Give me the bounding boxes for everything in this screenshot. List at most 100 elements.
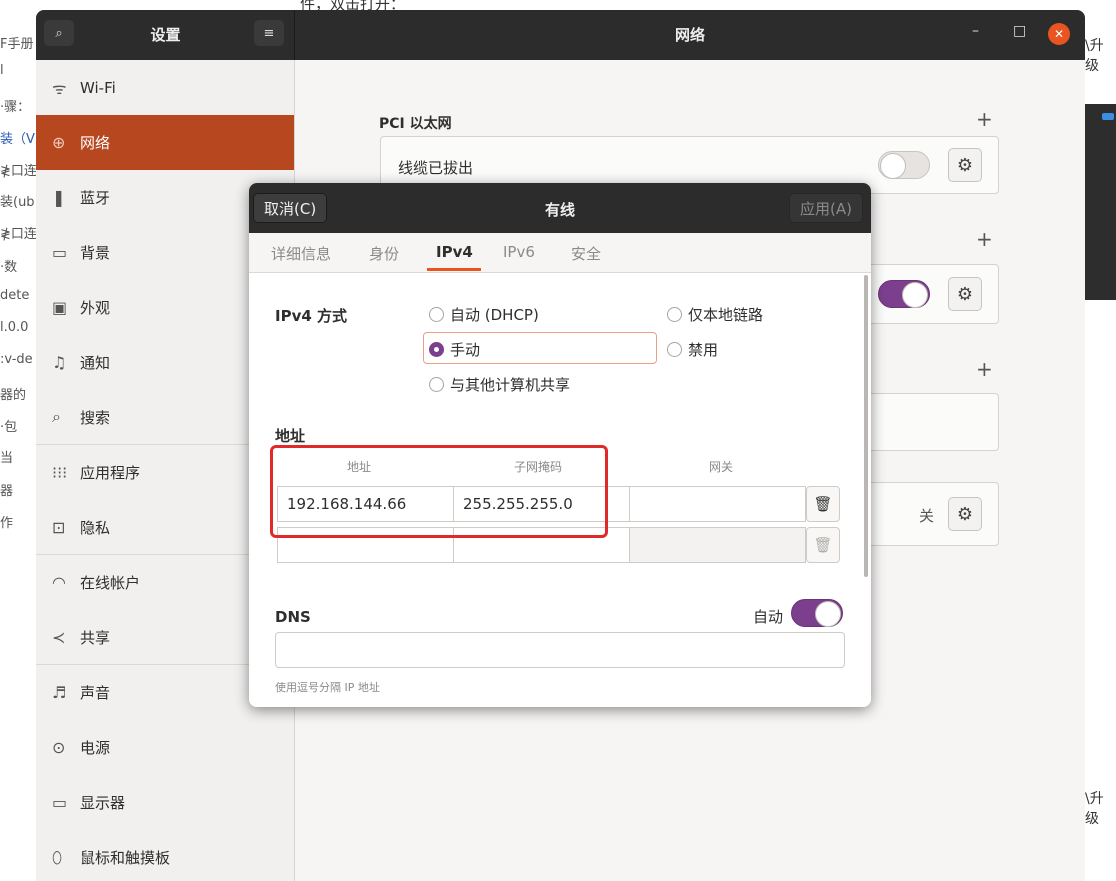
ethernet-settings-button[interactable]: ⚙: [948, 148, 982, 182]
vpn-toggle[interactable]: [878, 280, 930, 308]
bg-fragment: :v-de: [0, 352, 33, 367]
bell-icon: ♫: [52, 353, 67, 372]
method-link-local[interactable]: 仅本地链路: [667, 304, 763, 325]
bluetooth-icon: ❚: [52, 188, 66, 207]
hamburger-icon: ≡: [263, 25, 275, 41]
proxy-status: 关: [919, 507, 935, 525]
share-icon: ≺: [52, 627, 66, 647]
sidebar-item-power[interactable]: ⊙ 电源: [36, 720, 294, 775]
bg-fragment: F手册: [0, 37, 34, 52]
sidebar-item-label: 共享: [80, 628, 111, 647]
monitor-icon: ▭: [52, 243, 68, 262]
wired-dialog: 取消(C) 有线 应用(A) 详细信息 身份 IPv4 IPv6 安全 IPv4…: [249, 183, 871, 707]
sidebar-item-label: 通知: [80, 354, 111, 372]
vpn-settings-button[interactable]: ⚙: [948, 277, 982, 311]
menu-button[interactable]: ≡: [254, 20, 284, 46]
sidebar-item-label: 声音: [80, 684, 111, 702]
bg-fragment: 当: [0, 451, 14, 466]
dns-auto-label: 自动: [753, 608, 784, 626]
background-right-text: \升级: [1085, 791, 1104, 827]
close-button[interactable]: ✕: [1048, 23, 1070, 45]
address-section-label: 地址: [275, 427, 306, 445]
delete-new-row-button[interactable]: 🗑: [806, 527, 840, 563]
sidebar-item-label: 网络: [80, 134, 111, 152]
tab-details[interactable]: 详细信息: [271, 243, 331, 264]
background-right-text: \升级: [1085, 38, 1104, 74]
radio-icon: [667, 307, 682, 322]
method-label: 仅本地链路: [688, 306, 764, 324]
close-icon: ✕: [1053, 27, 1065, 41]
method-shared[interactable]: 与其他计算机共享: [429, 374, 570, 395]
tab-ipv6[interactable]: IPv6: [503, 243, 535, 261]
sidebar-item-wifi[interactable]: ᯤ Wi-Fi: [36, 60, 294, 115]
trash-icon: 🗑: [813, 536, 833, 554]
radio-icon: [667, 342, 682, 357]
bg-fragment: l.0.0: [0, 320, 29, 335]
column-gateway: 网关: [709, 460, 734, 474]
gear-icon: ⚙: [956, 154, 974, 176]
bg-fragment: ·包: [0, 420, 18, 435]
method-label: 禁用: [688, 341, 719, 359]
apply-button[interactable]: 应用(A): [789, 193, 863, 223]
dns-input[interactable]: [275, 632, 845, 668]
add-connection-button[interactable]: +: [976, 107, 993, 131]
sidebar-item-displays[interactable]: ▭ 显示器: [36, 775, 294, 830]
bg-fragment: dete: [0, 288, 30, 303]
delete-row-button[interactable]: 🗑: [806, 486, 840, 522]
pci-ethernet-title: PCI 以太网: [379, 116, 452, 132]
new-gateway-field[interactable]: [629, 527, 806, 563]
tab-identity[interactable]: 身份: [369, 243, 399, 264]
sidebar-item-label: 背景: [80, 244, 111, 262]
tab-ipv4[interactable]: IPv4: [436, 243, 473, 261]
gateway-field[interactable]: [629, 486, 806, 522]
highlight-annotation: [270, 445, 608, 538]
tab-ipv4-underline: [427, 268, 481, 271]
dns-auto-toggle[interactable]: [791, 599, 843, 627]
trash-icon: 🗑: [813, 495, 833, 513]
dns-label: DNS: [275, 608, 311, 626]
method-disabled[interactable]: 禁用: [667, 339, 718, 360]
sidebar-item-mouse[interactable]: ⬯ 鼠标和触摸板: [36, 830, 294, 881]
bg-fragment: ·数: [0, 260, 18, 275]
add-proxy-button[interactable]: +: [976, 357, 993, 381]
music-icon: ♬: [52, 683, 67, 702]
lock-icon: ⊡: [52, 517, 66, 537]
bg-fragment: 器的: [0, 388, 27, 403]
radio-icon: [429, 377, 444, 392]
radio-selected-icon: [429, 342, 444, 357]
header-bar: ⌕ 设置 ≡ 网络 – □ ✕: [36, 10, 1085, 60]
mouse-icon: ⬯: [52, 847, 63, 867]
maximize-button[interactable]: □: [1013, 23, 1026, 39]
sidebar-item-label: 外观: [80, 299, 111, 317]
search-icon: ⌕: [52, 407, 61, 426]
add-vpn-button[interactable]: +: [976, 227, 993, 251]
sidebar-item-label: 搜索: [80, 408, 111, 427]
sidebar-item-label: 显示器: [80, 794, 126, 812]
minimize-button[interactable]: –: [972, 23, 979, 39]
sidebar-item-label: 隐私: [80, 518, 111, 537]
bg-fragment: 装(ub: [0, 195, 35, 210]
method-auto-dhcp[interactable]: 自动 (DHCP): [429, 304, 539, 325]
grid-icon: ⁝⁝⁝: [52, 463, 68, 482]
bg-fragment: 作: [0, 516, 14, 531]
dialog-title: 有线: [544, 201, 575, 219]
bg-fragment: ≹口连: [0, 164, 37, 179]
sidebar-header: ⌕ 设置 ≡: [36, 10, 295, 60]
method-manual[interactable]: 手动: [429, 339, 480, 360]
ethernet-toggle[interactable]: [878, 151, 930, 179]
ipv4-method-label: IPv4 方式: [275, 307, 348, 325]
tab-security[interactable]: 安全: [571, 243, 601, 264]
dialog-tabs: 详细信息 身份 IPv4 IPv6 安全: [249, 233, 871, 273]
maximize-icon: □: [1013, 23, 1027, 39]
sidebar-item-network[interactable]: ⊕ 网络: [36, 115, 294, 170]
proxy-settings-button[interactable]: ⚙: [948, 497, 982, 531]
bg-fragment: 装（V: [0, 132, 35, 147]
sidebar-item-label: 在线帐户: [80, 574, 141, 592]
sidebar-item-label: 鼠标和触摸板: [80, 849, 171, 867]
appearance-icon: ▣: [52, 298, 68, 317]
dialog-scrollbar[interactable]: [864, 275, 868, 577]
display-icon: ▭: [52, 793, 68, 812]
sidebar-item-label: 蓝牙: [80, 189, 111, 207]
wifi-icon: ᯤ: [52, 78, 67, 98]
bg-fragment: l: [0, 63, 4, 78]
